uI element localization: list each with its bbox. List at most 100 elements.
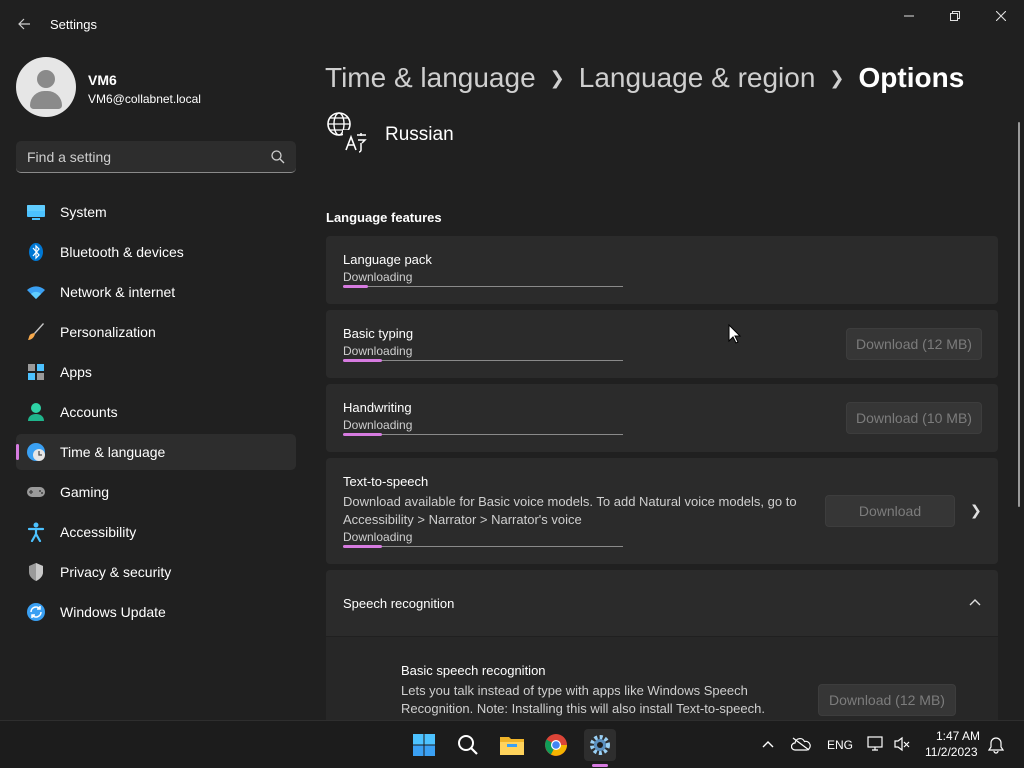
- input-language-indicator[interactable]: ENG: [827, 738, 853, 752]
- download-speech-button[interactable]: Download (12 MB): [818, 684, 956, 716]
- minimize-button[interactable]: [886, 0, 932, 32]
- file-explorer-icon[interactable]: [496, 729, 528, 761]
- globe-clock-icon: [26, 442, 46, 462]
- chrome-icon[interactable]: [540, 729, 572, 761]
- bluetooth-icon: [26, 242, 46, 262]
- search-icon: [271, 150, 285, 164]
- sidebar-item-label: System: [60, 204, 107, 220]
- settings-gear-icon[interactable]: [584, 729, 616, 761]
- sidebar-nav: System Bluetooth & devices Network & int…: [16, 194, 296, 634]
- chevron-right-icon[interactable]: ❯: [970, 502, 982, 519]
- sidebar-item-label: Network & internet: [60, 284, 176, 300]
- accessibility-icon: [26, 522, 46, 542]
- download-basic-typing-button[interactable]: Download (12 MB): [846, 328, 982, 360]
- speech-recognition-subpanel: Basic speech recognition Lets you talk i…: [326, 637, 998, 720]
- avatar: [16, 57, 76, 117]
- download-handwriting-button[interactable]: Download (10 MB): [846, 402, 982, 434]
- user-profile[interactable]: VM6 VM6@collabnet.local: [16, 57, 296, 117]
- card-title: Language pack: [343, 252, 432, 267]
- chevron-up-icon[interactable]: [969, 598, 981, 606]
- brush-icon: [26, 322, 46, 342]
- network-icon[interactable]: [867, 736, 885, 752]
- language-name: Russian: [385, 124, 454, 145]
- progress-fill: [343, 433, 383, 436]
- card-description: Lets you talk instead of type with apps …: [401, 683, 765, 716]
- search-box[interactable]: [16, 141, 296, 173]
- avatar-head: [37, 70, 55, 88]
- breadcrumb-time-language[interactable]: Time & language: [325, 62, 536, 94]
- card-status: Downloading: [343, 530, 413, 544]
- card-title: Basic typing: [343, 326, 414, 341]
- sidebar-item-apps[interactable]: Apps: [16, 354, 296, 390]
- sidebar-item-label: Gaming: [60, 484, 110, 500]
- update-icon: [26, 602, 46, 622]
- breadcrumb: Time & language ❯ Language & region ❯ Op…: [325, 58, 964, 98]
- sidebar-item-bluetooth[interactable]: Bluetooth & devices: [16, 234, 296, 270]
- card-title: Handwriting: [343, 400, 412, 415]
- breadcrumb-language-region[interactable]: Language & region: [579, 62, 816, 94]
- volume-muted-icon[interactable]: [893, 736, 911, 752]
- sidebar-item-label: Apps: [60, 364, 92, 380]
- search-icon[interactable]: [452, 729, 484, 761]
- sidebar-item-privacy[interactable]: Privacy & security: [16, 554, 296, 590]
- back-arrow-icon: [18, 18, 30, 30]
- sidebar-item-gaming[interactable]: Gaming: [16, 474, 296, 510]
- gamepad-icon: [26, 482, 46, 502]
- sidebar-item-label: Bluetooth & devices: [60, 244, 184, 260]
- card-text-to-speech[interactable]: Text-to-speech Download available for Ba…: [326, 458, 998, 564]
- sidebar-item-windows-update[interactable]: Windows Update: [16, 594, 296, 630]
- card-status: Downloading: [343, 418, 413, 432]
- clock-time[interactable]: 1:47 AM: [936, 729, 980, 743]
- card-description: Download available for Basic voice model…: [343, 494, 797, 527]
- profile-name: VM6: [88, 72, 117, 88]
- close-icon: [996, 11, 1006, 21]
- progress-bar: [343, 359, 623, 362]
- breadcrumb-chevron-icon: ❯: [829, 67, 845, 88]
- tray-chevron-up-icon[interactable]: [762, 740, 774, 748]
- breadcrumb-chevron-icon: ❯: [549, 67, 565, 88]
- restore-button[interactable]: [932, 0, 978, 32]
- notification-bell-icon[interactable]: [988, 736, 1004, 754]
- back-button[interactable]: [12, 10, 36, 38]
- restore-icon: [950, 11, 960, 21]
- sidebar-item-label: Windows Update: [60, 604, 166, 620]
- shield-icon: [26, 562, 46, 582]
- progress-bar: [343, 545, 623, 548]
- apps-icon: [26, 362, 46, 382]
- windows-start-icon[interactable]: [408, 729, 440, 761]
- language-icon: [327, 112, 367, 153]
- page-title: Options: [858, 62, 965, 93]
- title-bar: Settings: [0, 0, 1024, 48]
- card-title: Text-to-speech: [343, 474, 429, 489]
- card-handwriting: Handwriting Downloading Download (10 MB): [326, 384, 998, 452]
- monitor-icon: [26, 202, 46, 222]
- onedrive-offline-icon[interactable]: [791, 737, 811, 751]
- download-tts-button[interactable]: Download: [825, 495, 955, 527]
- scrollbar[interactable]: [1018, 122, 1020, 507]
- card-speech-recognition[interactable]: Speech recognition: [326, 570, 998, 636]
- progress-fill: [343, 359, 383, 362]
- taskbar: ENG 1:47 AM 11/2/2023: [0, 720, 1024, 768]
- sidebar-item-network[interactable]: Network & internet: [16, 274, 296, 310]
- sidebar-item-accounts[interactable]: Accounts: [16, 394, 296, 430]
- progress-bar: [343, 285, 623, 288]
- close-button[interactable]: [978, 0, 1024, 32]
- mouse-cursor-icon: [728, 324, 742, 344]
- sidebar-item-label: Personalization: [60, 324, 156, 340]
- sidebar-item-system[interactable]: System: [16, 194, 296, 230]
- section-title-language-features: Language features: [326, 210, 442, 225]
- card-language-pack: Language pack Downloading: [326, 236, 998, 304]
- clock-date[interactable]: 11/2/2023: [925, 745, 978, 759]
- card-title: Speech recognition: [343, 596, 455, 611]
- card-basic-typing: Basic typing Downloading Download (12 MB…: [326, 310, 998, 378]
- search-input[interactable]: [16, 141, 266, 172]
- person-icon: [26, 402, 46, 422]
- card-status: Downloading: [343, 270, 413, 284]
- sidebar-item-label: Accessibility: [60, 524, 137, 540]
- sidebar-item-time-language[interactable]: Time & language: [16, 434, 296, 470]
- profile-email: VM6@collabnet.local: [88, 92, 201, 106]
- sidebar-item-accessibility[interactable]: Accessibility: [16, 514, 296, 550]
- sidebar-item-personalization[interactable]: Personalization: [16, 314, 296, 350]
- sidebar-item-label: Accounts: [60, 404, 118, 420]
- card-status: Downloading: [343, 344, 413, 358]
